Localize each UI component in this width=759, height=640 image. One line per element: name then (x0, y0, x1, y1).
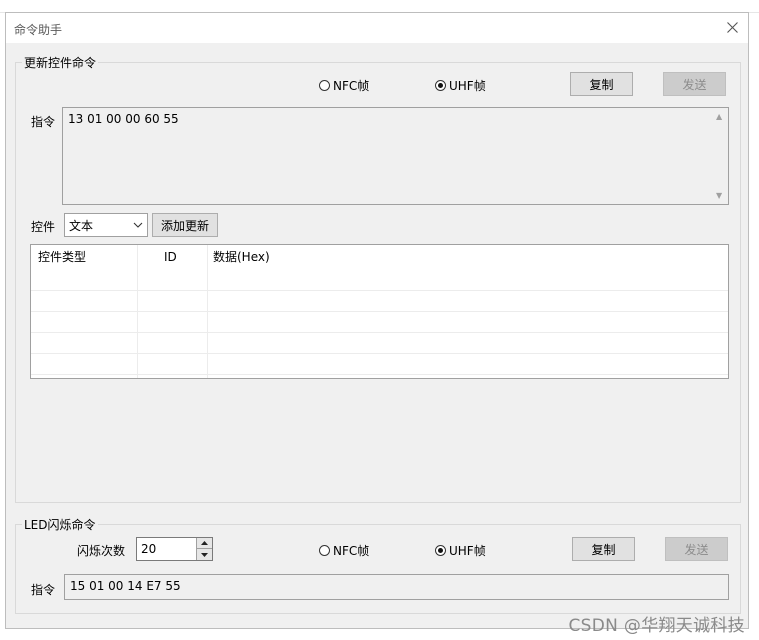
spin-up-button[interactable] (197, 538, 212, 549)
update-radio-uhf-label: UHF帧 (449, 79, 486, 93)
csdn-watermark: CSDN @华翔天诚科技 (568, 616, 745, 636)
update-copy-button[interactable]: 复制 (570, 72, 633, 96)
blink-count-stepper[interactable]: 20 (136, 537, 213, 561)
table-row (31, 312, 728, 333)
update-radio-nfc[interactable]: NFC帧 (319, 77, 369, 94)
led-copy-button[interactable]: 复制 (572, 537, 635, 561)
radio-on-indicator (435, 545, 446, 556)
spin-down-button[interactable] (197, 549, 212, 560)
led-command-field[interactable]: 15 01 00 14 E7 55 (64, 574, 729, 600)
title-bar: 命令助手 (6, 13, 748, 43)
command-helper-dialog: 命令助手 更新控件命令 NFC帧 UHF帧 复制 发送 指令 13 01 00 … (5, 12, 749, 629)
column-header-id[interactable]: ID (164, 245, 204, 270)
led-radio-nfc[interactable]: NFC帧 (319, 542, 369, 559)
control-type-selected: 文本 (69, 218, 94, 233)
blink-count-value: 20 (141, 542, 157, 556)
radio-off-indicator (319, 80, 330, 91)
table-row (31, 333, 728, 354)
spin-down-icon (201, 552, 208, 557)
led-radio-nfc-label: NFC帧 (333, 544, 370, 558)
window-title: 命令助手 (14, 23, 63, 37)
controls-table-header: 控件类型 ID 数据(Hex) (31, 245, 728, 270)
scroll-down-arrow-icon[interactable]: ▼ (716, 191, 722, 200)
led-send-button[interactable]: 发送 (665, 537, 728, 561)
controls-table[interactable]: 控件类型 ID 数据(Hex) (30, 244, 729, 379)
close-button[interactable] (718, 13, 748, 43)
led-radio-uhf-label: UHF帧 (449, 544, 486, 558)
add-update-button[interactable]: 添加更新 (152, 213, 218, 237)
column-header-control-type[interactable]: 控件类型 (38, 245, 138, 270)
led-blink-legend: LED闪烁命令 (24, 518, 96, 532)
column-header-data-hex[interactable]: 数据(Hex) (213, 245, 413, 270)
close-icon (727, 22, 738, 33)
blink-count-label: 闪烁次数 (77, 544, 126, 558)
spin-up-icon (201, 541, 208, 545)
update-command-textarea[interactable]: 13 01 00 00 60 55 ▲ ▼ (62, 107, 729, 205)
update-radio-uhf[interactable]: UHF帧 (435, 77, 486, 94)
update-radio-nfc-label: NFC帧 (333, 79, 370, 93)
table-row (31, 291, 728, 312)
control-label: 控件 (31, 220, 56, 234)
scroll-up-arrow-icon[interactable]: ▲ (716, 112, 722, 121)
stepper-buttons (196, 538, 212, 560)
update-control-legend: 更新控件命令 (24, 56, 97, 70)
led-radio-uhf[interactable]: UHF帧 (435, 542, 486, 559)
table-row (31, 270, 728, 291)
update-command-label: 指令 (31, 115, 56, 129)
update-command-scrollbar[interactable]: ▲ ▼ (711, 108, 728, 204)
radio-on-indicator (435, 80, 446, 91)
chevron-down-icon (133, 222, 143, 228)
led-command-label: 指令 (31, 583, 56, 597)
control-type-select[interactable]: 文本 (64, 213, 148, 237)
update-command-value: 13 01 00 00 60 55 (68, 112, 179, 126)
led-command-value: 15 01 00 14 E7 55 (70, 579, 181, 593)
table-row (31, 354, 728, 375)
update-send-button[interactable]: 发送 (663, 72, 726, 96)
radio-off-indicator (319, 545, 330, 556)
